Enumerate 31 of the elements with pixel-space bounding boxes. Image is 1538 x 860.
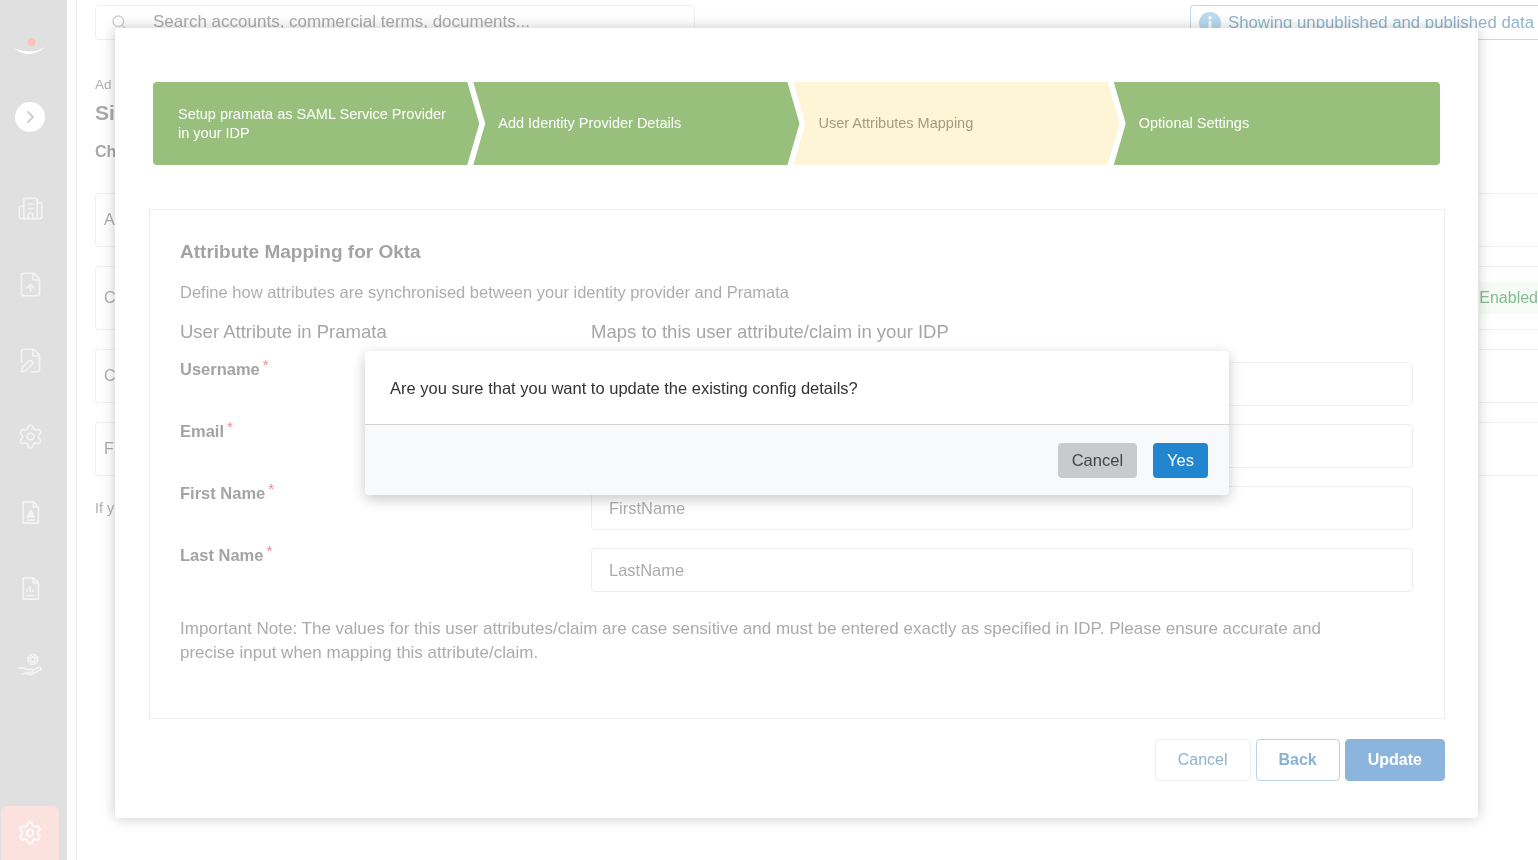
card-text: C (104, 366, 116, 386)
wizard-step: User Attributes Mapping (793, 82, 1120, 165)
update-button[interactable]: Update (1344, 739, 1445, 781)
panel-description: Define how attributes are synchronised between your identity provider and Pramata (180, 282, 789, 303)
confirm-button[interactable]: Yes (1153, 442, 1208, 478)
section-heading: Ch (95, 142, 117, 162)
chevron-right-icon[interactable] (15, 102, 45, 132)
wizard-step: Optional Settings (1113, 82, 1440, 165)
wizard-step: Add Identity Provider Details (473, 82, 800, 165)
column-heading: User Attribute in Pramata (180, 320, 387, 344)
card-text: A (104, 210, 115, 230)
search-icon (111, 14, 127, 30)
note-text: Important Note: The values for this user attributes/claim are case sensitive and must be entered exactly as specified in IDP. Please ensure accurate and precise input when mapping this attribute/claim. (180, 618, 1322, 664)
gear-icon (17, 820, 43, 846)
dialog-message: Are you sure that you want to update the existing config details? (390, 377, 858, 399)
page-title: Si (95, 100, 115, 126)
wizard-step: Setup pramata as SAML Service Provider in your IDP (153, 82, 480, 165)
card-text: C (104, 288, 116, 308)
breadcrumb-text: Ad (95, 76, 112, 94)
helper-text: If y (95, 499, 115, 518)
notice-text: Showing unpublished and published data (1228, 13, 1535, 32)
panel-title: Attribute Mapping for Okta (180, 240, 421, 264)
card-text: F (104, 439, 114, 459)
status-badge: Enabled (1479, 282, 1538, 314)
cancel-button[interactable]: Cancel (1154, 739, 1251, 781)
cancel-button[interactable]: Cancel (1057, 442, 1138, 478)
column-heading: Maps to this user attribute/claim in your IDP (591, 320, 949, 344)
settings-nav-button[interactable] (1, 806, 59, 860)
search-field[interactable]: Search accounts, commercial terms, documents... (95, 5, 695, 40)
back-button[interactable]: Back (1255, 739, 1340, 781)
input-field[interactable]: LastName (591, 548, 1413, 592)
